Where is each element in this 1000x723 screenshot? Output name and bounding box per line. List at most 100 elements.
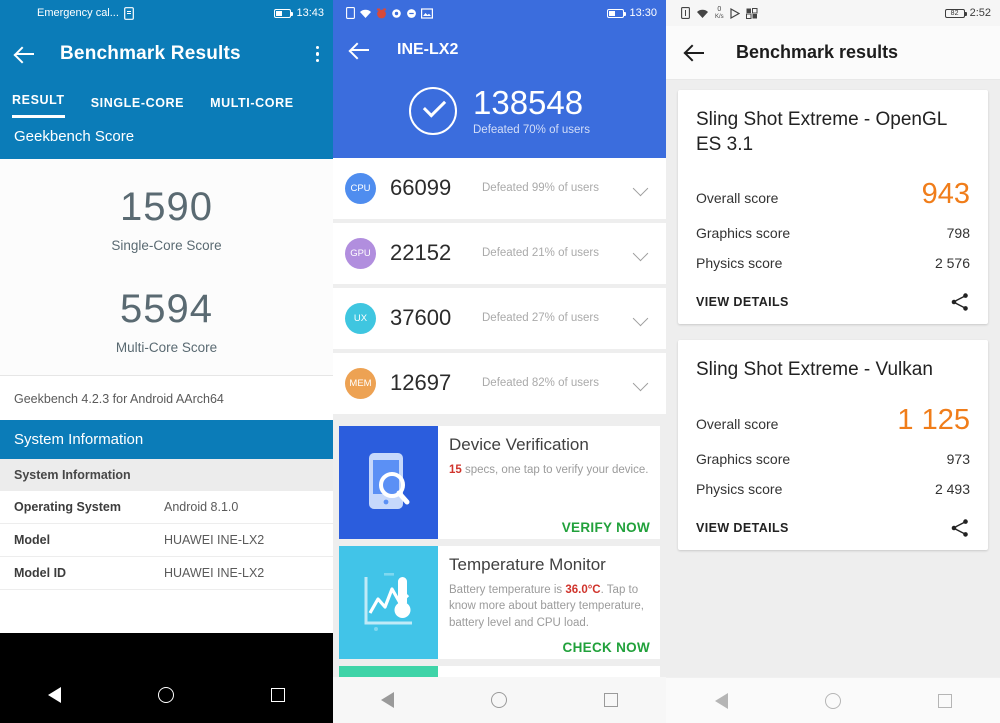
thermometer-chart-icon: [339, 545, 438, 659]
back-arrow-icon[interactable]: [349, 39, 371, 61]
card-footer: VIEW DETAILS: [696, 292, 970, 312]
tab-bar: RESULT SINGLE-CORE MULTI-CORE: [0, 82, 333, 118]
tab-result[interactable]: RESULT: [12, 93, 65, 118]
multi-core-score-label: Multi-Core Score: [115, 340, 218, 355]
battery-icon: 82: [944, 8, 967, 18]
row-value: 2 493: [934, 481, 970, 498]
sim-card-icon: [681, 7, 690, 19]
view-details-button[interactable]: VIEW DETAILS: [696, 295, 789, 309]
phone-magnifier-icon: [339, 425, 438, 539]
row-key: Model: [14, 533, 51, 547]
row-value: HUAWEI INE-LX2: [164, 533, 265, 547]
nav-recents-icon[interactable]: [603, 693, 618, 707]
row-value: 1 125: [897, 404, 970, 437]
chevron-down-icon[interactable]: [632, 245, 649, 261]
mem-defeated-label: Defeated 82% of users: [482, 377, 599, 390]
battery-icon: [274, 8, 294, 18]
row-value: 943: [921, 178, 970, 211]
cpu-badge: CPU: [345, 172, 376, 204]
score-row-mem[interactable]: MEM 12697 Defeated 82% of users: [333, 352, 666, 414]
nav-home-icon[interactable]: [490, 692, 507, 708]
total-score-value: 138548: [473, 84, 584, 121]
chevron-down-icon[interactable]: [632, 375, 649, 391]
graphics-score-row: Graphics score 798: [696, 218, 970, 248]
system-information-subheader: System Information: [0, 459, 333, 491]
row-label: Overall score: [696, 416, 779, 433]
back-arrow-icon[interactable]: [684, 42, 706, 64]
play-icon: [730, 7, 740, 19]
network-speed-icon: 0 K/s: [715, 6, 724, 20]
nav-recents-icon[interactable]: [937, 693, 952, 708]
single-core-score-block: 1590 Single-Core Score: [0, 159, 333, 257]
mem-score-value: 12697: [390, 370, 452, 396]
row-value: Android 8.1.0: [164, 500, 239, 514]
row-value: 2 576: [934, 255, 970, 272]
score-row-cpu[interactable]: CPU 66099 Defeated 99% of users: [333, 157, 666, 219]
antutu-screen: 13:30 INE-LX2 138548 Defeated 70% of use…: [333, 0, 666, 723]
navigation-bar: [666, 677, 1000, 723]
row-value: 973: [946, 451, 970, 468]
nav-back-icon[interactable]: [48, 687, 62, 703]
status-bar: Emergency cal... 13:43: [0, 0, 333, 26]
row-value: HUAWEI INE-LX2: [164, 566, 265, 580]
gpu-badge: GPU: [345, 237, 376, 269]
page-title: Benchmark results: [736, 42, 899, 62]
check-now-button[interactable]: CHECK NOW: [563, 640, 650, 655]
settings-gear-icon: [392, 8, 401, 18]
app-bar: Benchmark Results: [0, 26, 333, 82]
nav-back-icon[interactable]: [714, 692, 728, 709]
nav-home-icon[interactable]: [824, 692, 841, 709]
nav-recents-icon[interactable]: [270, 688, 285, 702]
physics-score-row: Physics score 2 576: [696, 248, 970, 278]
ux-score-value: 37600: [390, 305, 452, 331]
chevron-down-icon[interactable]: [632, 310, 649, 326]
nav-home-icon[interactable]: [157, 687, 174, 703]
graphics-score-row: Graphics score 973: [696, 444, 970, 474]
app-bar: Benchmark results: [666, 26, 1000, 80]
geekbench-score-header: Geekbench Score: [0, 118, 333, 159]
share-icon[interactable]: [950, 292, 970, 312]
carrier-label: Emergency cal...: [37, 7, 119, 19]
alarm-icon: [377, 8, 386, 18]
wifi-icon: [360, 9, 371, 18]
cpu-defeated-label: Defeated 99% of users: [482, 182, 599, 195]
row-label: Physics score: [696, 481, 783, 498]
clock-label: 13:43: [296, 7, 324, 19]
wifi-icon: [697, 9, 708, 18]
row-label: Graphics score: [696, 451, 791, 468]
system-information-header: System Information: [0, 420, 333, 459]
tab-multi-core[interactable]: MULTI-CORE: [210, 96, 294, 118]
score-body: 1590 Single-Core Score 5594 Multi-Core S…: [0, 159, 333, 590]
share-icon[interactable]: [950, 518, 970, 538]
tab-single-core[interactable]: SINGLE-CORE: [91, 96, 184, 118]
overflow-menu-icon[interactable]: [315, 45, 319, 63]
card-title: Sling Shot Extreme - Vulkan: [696, 359, 933, 381]
score-rows: CPU 66099 Defeated 99% of users GPU 2215…: [333, 157, 666, 414]
page-title: INE-LX2: [397, 41, 459, 58]
page-title: Benchmark Results: [60, 43, 241, 64]
status-bar: 0 K/s 82 2:52: [666, 0, 1000, 26]
nav-back-icon[interactable]: [381, 692, 395, 708]
card-desc-pre: Battery temperature is: [449, 583, 566, 596]
geekbench-version-line: Geekbench 4.2.3 for Android AArch64: [0, 375, 333, 420]
overall-score-row: Overall score 943: [696, 171, 970, 218]
app-bar: INE-LX2: [333, 26, 666, 74]
chevron-down-icon[interactable]: [632, 180, 649, 196]
temperature-monitor-card[interactable]: Temperature Monitor Battery temperature …: [339, 545, 660, 659]
device-verification-card[interactable]: Device Verification 15 specs, one tap to…: [339, 425, 660, 539]
verify-now-button[interactable]: VERIFY NOW: [562, 520, 650, 535]
row-value: 798: [946, 225, 970, 242]
battery-icon: [607, 8, 627, 18]
clock-label: 13:30: [629, 7, 657, 19]
row-key: Model ID: [14, 566, 67, 580]
score-row-gpu[interactable]: GPU 22152 Defeated 21% of users: [333, 222, 666, 284]
back-arrow-icon[interactable]: [14, 43, 36, 65]
score-row-ux[interactable]: UX 37600 Defeated 27% of users: [333, 287, 666, 349]
card-title: Temperature Monitor: [449, 554, 606, 574]
table-row: Operating System Android 8.1.0: [0, 491, 333, 524]
view-details-button[interactable]: VIEW DETAILS: [696, 521, 789, 535]
benchmark-result-card-vulkan: Sling Shot Extreme - Vulkan Overall scor…: [678, 340, 988, 551]
gallery-icon: [421, 7, 433, 19]
gpu-score-value: 22152: [390, 240, 452, 266]
overall-score-row: Overall score 1 125: [696, 397, 970, 444]
